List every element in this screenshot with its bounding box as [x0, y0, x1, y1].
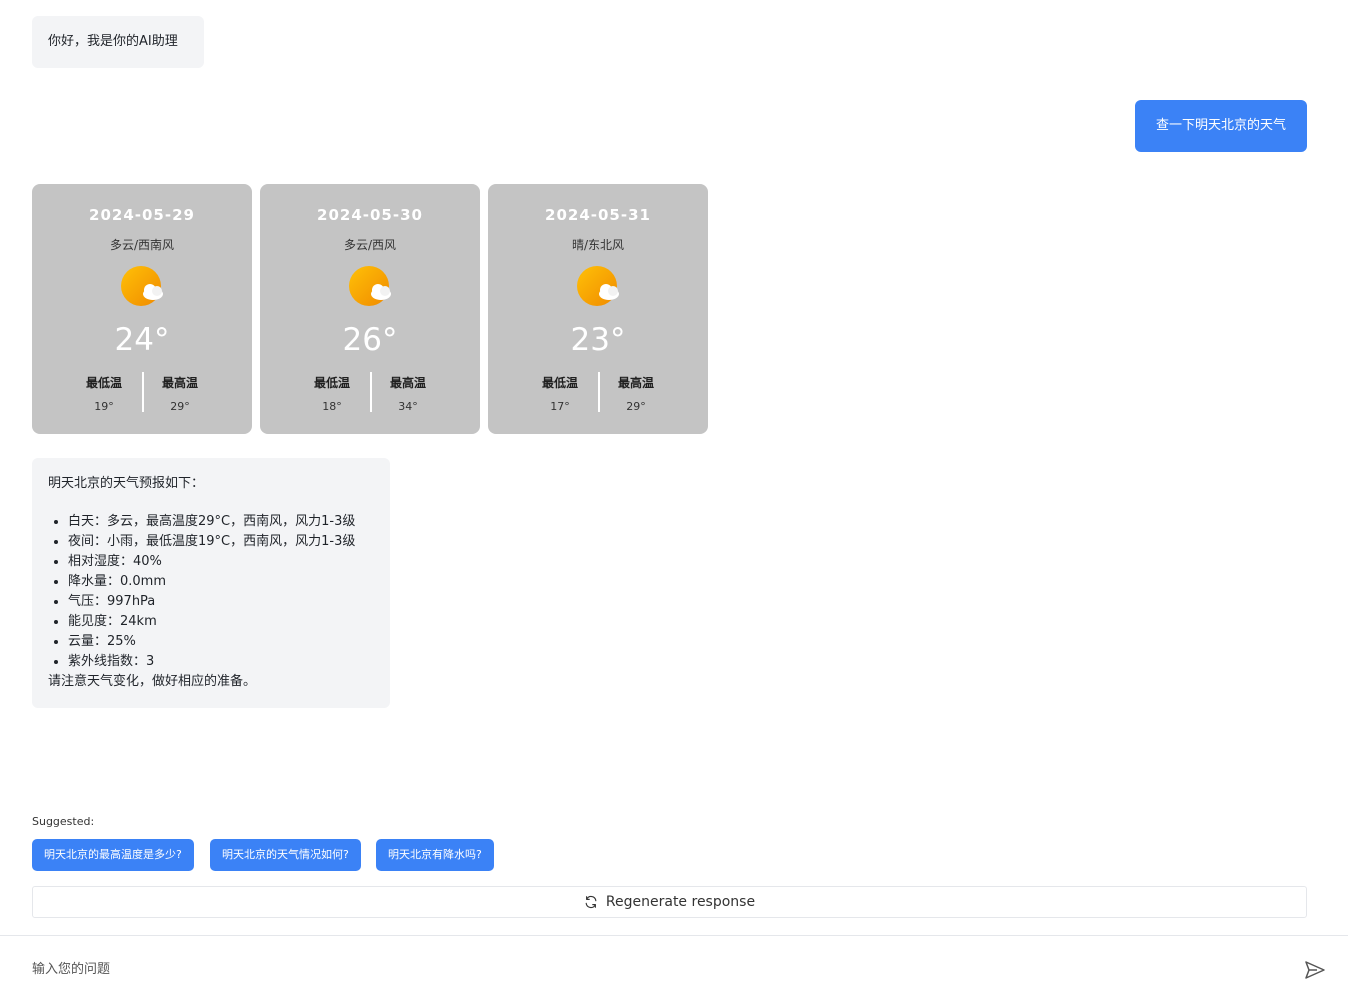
- card-condition: 多云/西南风: [109, 238, 175, 252]
- low-value: 19°: [94, 400, 114, 413]
- card-temperature: 24°: [114, 322, 170, 358]
- low-label: 最低温: [313, 376, 350, 390]
- suggestion-chip[interactable]: 明天北京的天气情况如何?: [210, 839, 361, 871]
- card-date: 2024-05-30: [317, 206, 423, 224]
- low-value: 18°: [322, 400, 342, 413]
- list-item: 相对湿度：40%: [68, 552, 374, 572]
- card-temperature: 26°: [342, 322, 398, 358]
- weather-card: 2024-05-31 晴/东北风 23° 最低温 17° 最高温 29°: [488, 184, 708, 434]
- regenerate-button[interactable]: Regenerate response: [32, 886, 1307, 918]
- forecast-intro: 明天北京的天气预报如下：: [48, 476, 205, 491]
- forecast-outro: 请注意天气变化，做好相应的准备。: [48, 674, 257, 689]
- card-date: 2024-05-29: [89, 206, 195, 224]
- card-divider: [142, 372, 144, 412]
- suggested-title: Suggested:: [32, 815, 95, 828]
- list-item: 降水量：0.0mm: [68, 572, 374, 592]
- card-low: 最低温 18°: [306, 374, 358, 413]
- partly-cloudy-icon: [121, 266, 163, 306]
- regenerate-label: Regenerate response: [605, 894, 756, 910]
- card-condition: 晴/东北风: [571, 238, 625, 252]
- high-value: 29°: [626, 400, 646, 413]
- high-value: 34°: [398, 400, 418, 413]
- assistant-greeting-bubble: 你好，我是你的AI助理: [32, 16, 204, 68]
- list-item: 气压：997hPa: [68, 592, 374, 612]
- list-item: 能见度：24km: [68, 612, 374, 632]
- card-high: 最高温 29°: [154, 374, 206, 413]
- low-value: 17°: [550, 400, 570, 413]
- list-item: 白天：多云，最高温度29°C，西南风，风力1-3级: [68, 512, 374, 532]
- assistant-forecast-bubble: 明天北京的天气预报如下： 白天：多云，最高温度29°C，西南风，风力1-3级 夜…: [32, 458, 390, 708]
- card-high: 最高温 34°: [382, 374, 434, 413]
- card-temperature: 23°: [570, 322, 626, 358]
- list-item: 紫外线指数：3: [68, 652, 374, 672]
- forecast-list: 白天：多云，最高温度29°C，西南风，风力1-3级 夜间：小雨，最低温度19°C…: [48, 512, 374, 672]
- chat-input[interactable]: [32, 954, 1272, 984]
- weather-card: 2024-05-29 多云/西南风 24° 最低温 19° 最高温 29°: [32, 184, 252, 434]
- card-low: 最低温 19°: [78, 374, 130, 413]
- refresh-icon: [585, 895, 597, 909]
- card-condition: 多云/西风: [343, 238, 397, 252]
- list-item: 夜间：小雨，最低温度19°C，西南风，风力1-3级: [68, 532, 374, 552]
- list-item: 云量：25%: [68, 632, 374, 652]
- input-bar: [0, 935, 1348, 1001]
- card-date: 2024-05-31: [545, 206, 651, 224]
- weather-card: 2024-05-30 多云/西风 26° 最低温 18° 最高温 34°: [260, 184, 480, 434]
- partly-cloudy-icon: [349, 266, 391, 306]
- high-label: 最高温: [617, 376, 654, 390]
- low-label: 最低温: [85, 376, 122, 390]
- suggestion-chip[interactable]: 明天北京有降水吗?: [376, 839, 494, 871]
- high-value: 29°: [170, 400, 190, 413]
- high-label: 最高温: [161, 376, 198, 390]
- card-divider: [370, 372, 372, 412]
- high-label: 最高温: [389, 376, 426, 390]
- send-icon[interactable]: [1303, 958, 1327, 982]
- user-message-bubble: 查一下明天北京的天气: [1135, 100, 1307, 152]
- card-divider: [598, 372, 600, 412]
- suggestion-chip[interactable]: 明天北京的最高温度是多少?: [32, 839, 194, 871]
- low-label: 最低温: [541, 376, 578, 390]
- chat-area: 你好，我是你的AI助理 查一下明天北京的天气 2024-05-29 多云/西南风…: [0, 0, 1348, 935]
- partly-cloudy-icon: [577, 266, 619, 306]
- card-low: 最低温 17°: [534, 374, 586, 413]
- card-high: 最高温 29°: [610, 374, 662, 413]
